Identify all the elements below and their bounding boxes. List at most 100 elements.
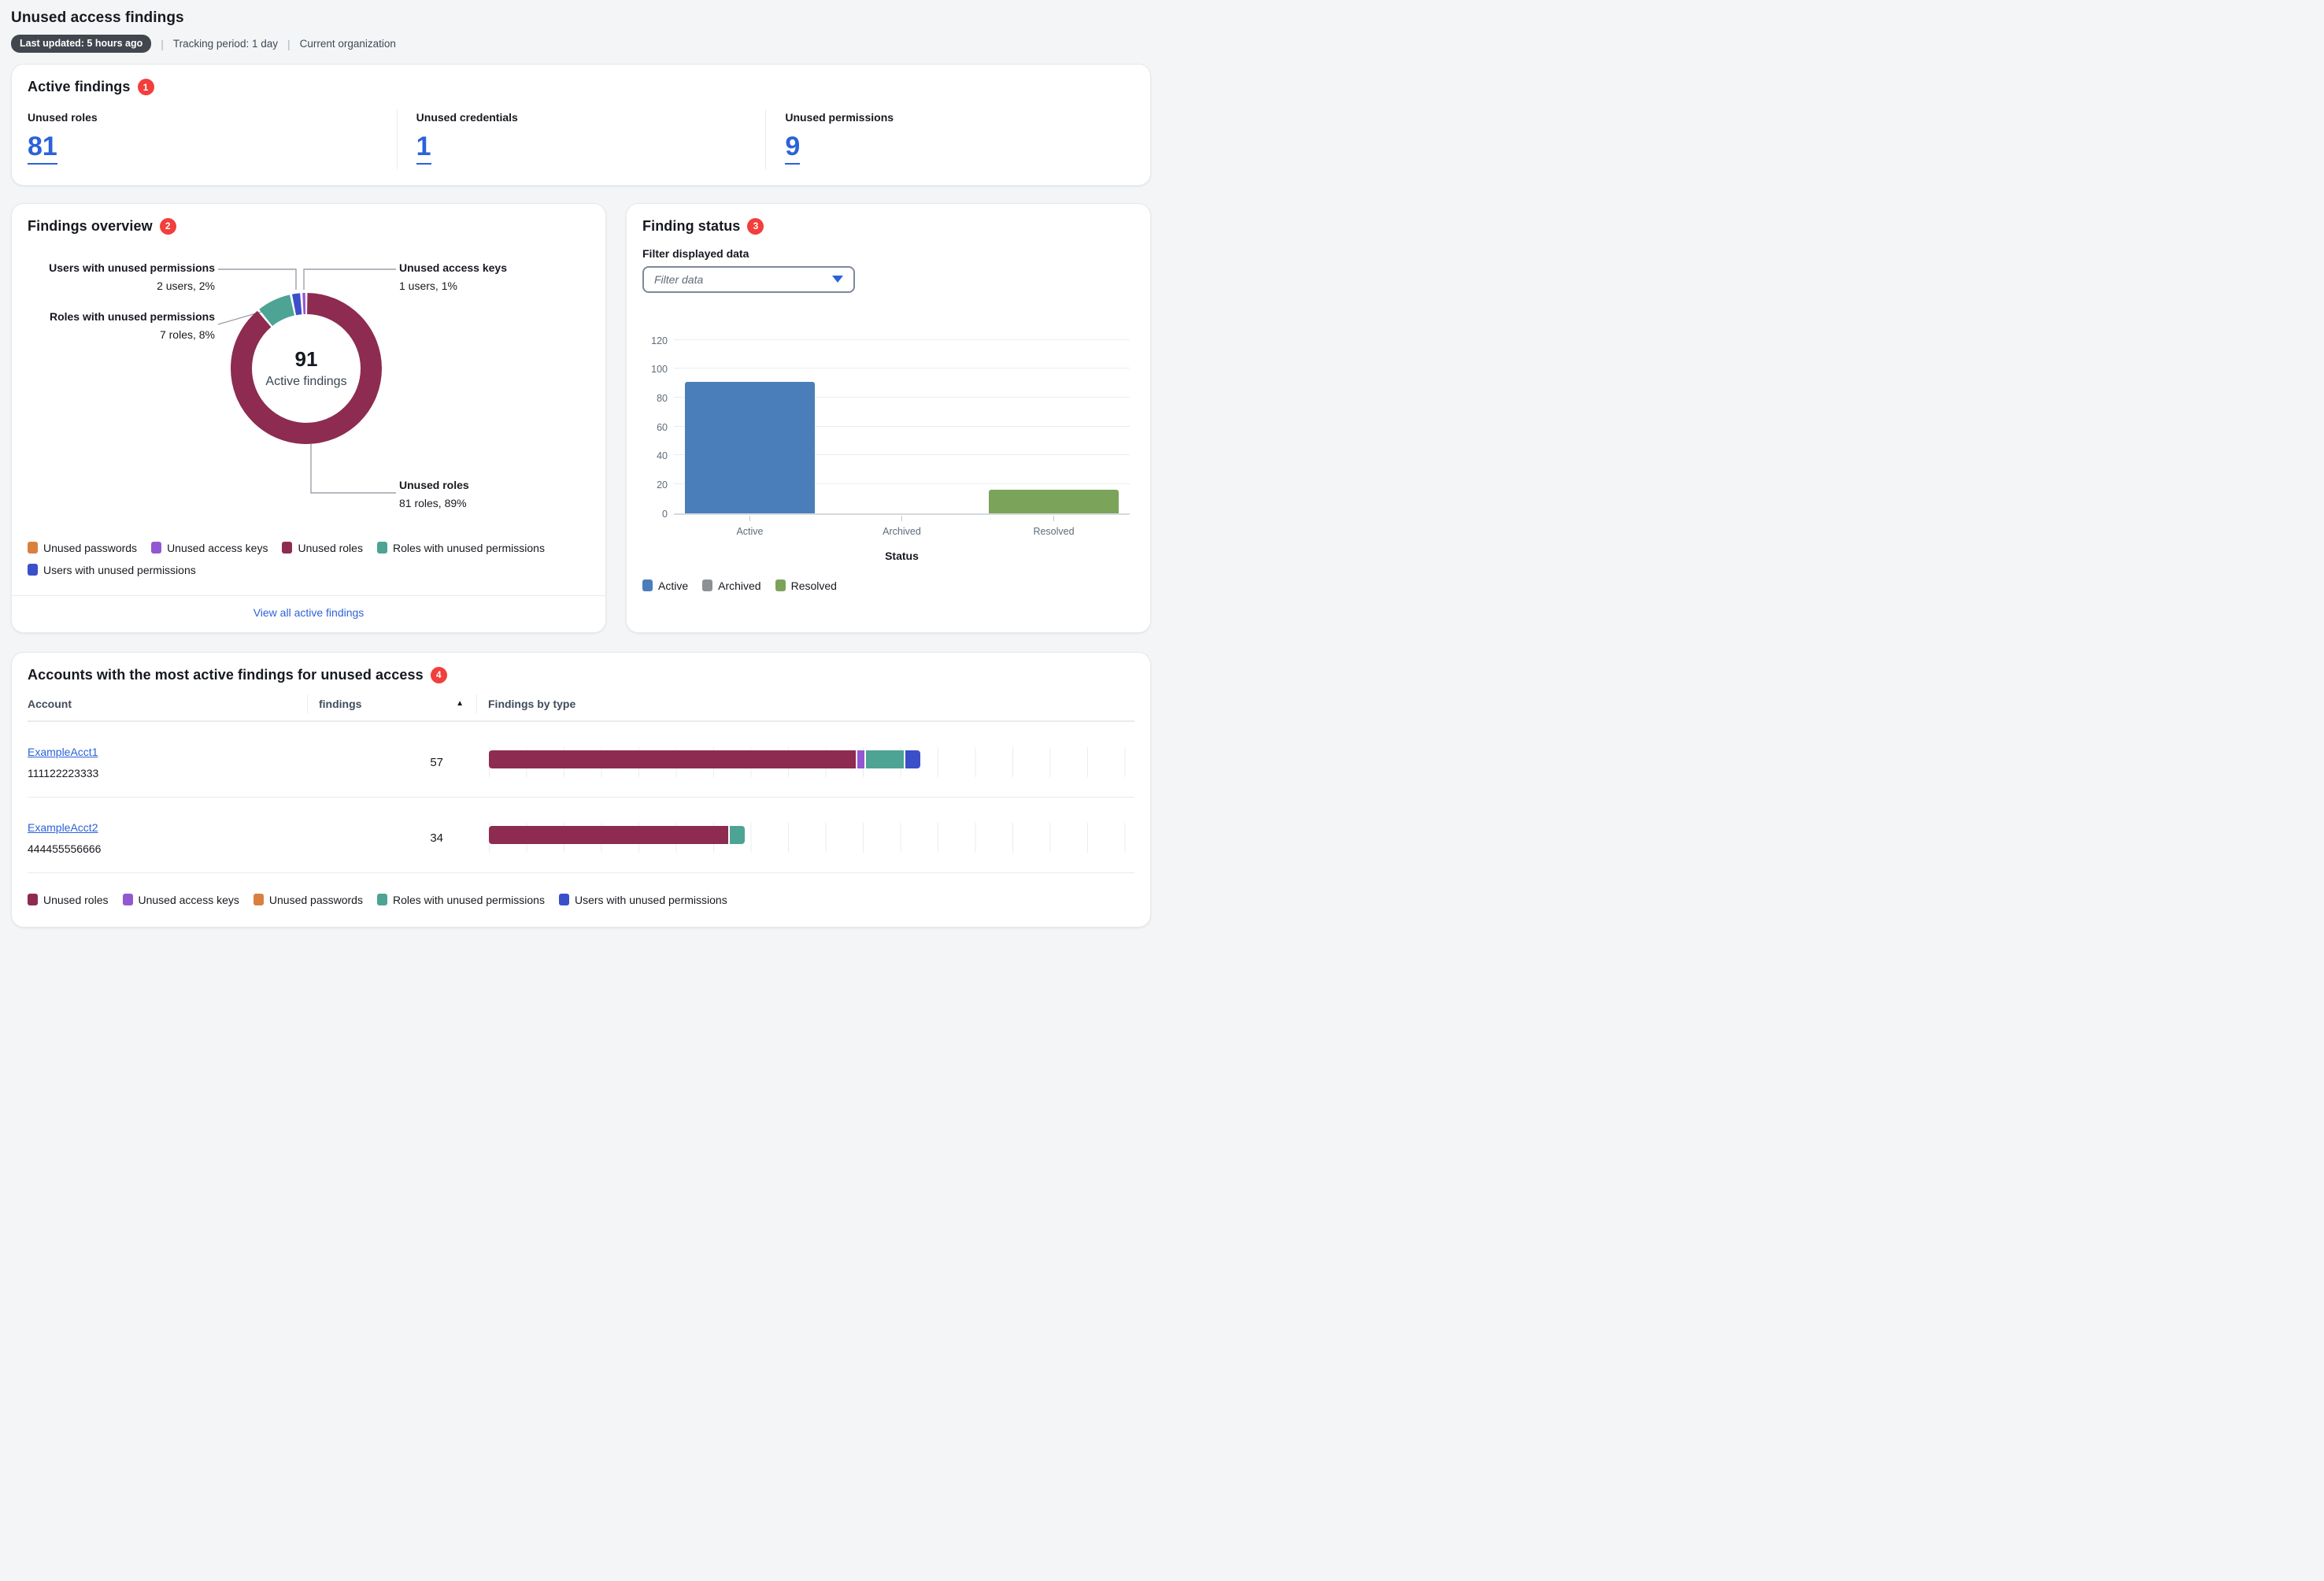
bar-segment-roles-with-unused-permissions[interactable] <box>866 750 904 768</box>
legend-swatch <box>28 894 38 905</box>
accounts-card: Accounts with the most active findings f… <box>11 652 1151 927</box>
findings-overview-card: Findings overview 2 91 Active findings <box>11 203 606 633</box>
legend-swatch <box>775 579 786 591</box>
view-all-active-findings-link[interactable]: View all active findings <box>253 606 365 619</box>
bar-active[interactable] <box>685 382 814 513</box>
stacked-bar-strip <box>489 747 1134 777</box>
metric-unused-credentials: Unused credentials1 <box>397 109 766 169</box>
status-axis-title: Status <box>674 550 1130 562</box>
account-id: 444455556666 <box>28 842 307 855</box>
annotation-badge-1: 1 <box>138 79 154 95</box>
annotation-badge-3: 3 <box>747 218 764 235</box>
accounts-legend-unused-access-keys[interactable]: Unused access keys <box>123 894 239 906</box>
accounts-table-header: Account findings ▲ Findings by type <box>28 694 1134 722</box>
stacked-bar-strip <box>489 823 1134 853</box>
stacked-bar <box>489 750 920 768</box>
x-axis-label-archived: Archived <box>826 526 978 537</box>
accounts-title: Accounts with the most active findings f… <box>28 667 424 683</box>
accounts-table: Account findings ▲ Findings by type Exam… <box>28 694 1134 873</box>
metric-value-link[interactable]: 81 <box>28 133 57 165</box>
column-header-findings-by-type: Findings by type <box>476 694 1134 713</box>
donut-chart: 91 Active findings Users with unused per… <box>28 241 590 534</box>
y-axis-tick-label: 60 <box>642 422 668 433</box>
bar-segment-unused-roles[interactable] <box>489 750 856 768</box>
bar-slot-resolved <box>978 342 1130 513</box>
donut-rings <box>224 286 389 451</box>
findings-by-type-cell <box>476 823 1134 853</box>
column-header-findings[interactable]: findings ▲ <box>307 694 476 713</box>
accounts-legend-unused-passwords[interactable]: Unused passwords <box>253 894 363 906</box>
legend-swatch <box>28 542 38 554</box>
overview-legend-unused-passwords[interactable]: Unused passwords <box>28 542 137 554</box>
accounts-legend-roles-with-unused-permissions[interactable]: Roles with unused permissions <box>377 894 545 906</box>
tracking-period: Tracking period: 1 day <box>173 38 278 50</box>
x-axis-label-resolved: Resolved <box>978 526 1130 537</box>
filter-data-placeholder: Filter data <box>654 273 703 286</box>
y-axis-tick-label: 0 <box>642 509 668 520</box>
filter-displayed-data-label: Filter displayed data <box>642 247 1134 260</box>
page-header: Unused access findings Last updated: 5 h… <box>11 9 1151 53</box>
accounts-legend-unused-roles[interactable]: Unused roles <box>28 894 109 906</box>
active-findings-metrics: Unused roles81Unused credentials1Unused … <box>28 109 1134 169</box>
metric-label: Unused permissions <box>785 111 1119 124</box>
y-axis-tick-label: 20 <box>642 479 668 491</box>
accounts-table-body: ExampleAcct111112222333357 ExampleAcct2 44… <box>28 722 1134 873</box>
status-legend-resolved[interactable]: Resolved <box>775 579 837 592</box>
metric-unused-permissions: Unused permissions 9 <box>765 109 1134 169</box>
bar-resolved[interactable] <box>989 490 1118 513</box>
active-findings-card: Active findings 1 Unused roles81Unused c… <box>11 64 1151 186</box>
metric-label: Unused roles <box>28 111 381 124</box>
bar-segment-roles-with-unused-permissions[interactable] <box>730 826 745 844</box>
account-link-exampleacct2[interactable]: ExampleAcct2 <box>28 821 98 834</box>
status-chart-legend: Active Archived Resolved <box>642 579 1134 592</box>
scope-label: Current organization <box>300 38 396 50</box>
y-axis-tick-label: 80 <box>642 393 668 404</box>
status-bar-chart: 120100806040200 ActiveArchivedResolved S… <box>642 342 1134 592</box>
table-row-exampleacct2: ExampleAcct2 44445555666634 <box>28 798 1134 873</box>
findings-count: 57 <box>307 756 476 769</box>
donut-segment-unused-roles[interactable] <box>242 303 372 433</box>
bar-segment-users-with-unused-permissions[interactable] <box>905 750 920 768</box>
legend-swatch <box>377 894 387 905</box>
accounts-legend-users-with-unused-permissions[interactable]: Users with unused permissions <box>559 894 727 906</box>
status-legend-archived[interactable]: Archived <box>702 579 760 592</box>
chevron-down-icon <box>832 276 843 283</box>
overview-legend-unused-access-keys[interactable]: Unused access keys <box>151 542 268 554</box>
overview-legend-roles-with-unused-permissions[interactable]: Roles with unused permissions <box>377 542 545 554</box>
y-axis-tick-label: 120 <box>642 335 668 346</box>
sort-ascending-icon: ▲ <box>456 699 464 708</box>
page: Unused access findings Last updated: 5 h… <box>0 0 1162 940</box>
page-title: Unused access findings <box>11 9 1151 27</box>
metric-value-link[interactable]: 9 <box>785 133 800 165</box>
legend-swatch <box>151 542 161 554</box>
callout-unused-access-keys: Unused access keys 1 users, 1% <box>399 261 596 294</box>
findings-overview-legend: Unused passwords Unused access keys Unused… <box>28 542 590 576</box>
x-axis-label-active: Active <box>674 526 826 537</box>
bar-segment-unused-roles[interactable] <box>489 826 728 844</box>
table-row-exampleacct1: ExampleAcct111112222333357 <box>28 722 1134 798</box>
bar-segment-unused-access-keys[interactable] <box>857 750 865 768</box>
overview-legend-users-with-unused-permissions[interactable]: Users with unused permissions <box>28 564 196 576</box>
metric-value-link[interactable]: 1 <box>416 133 431 165</box>
status-legend-active[interactable]: Active <box>642 579 688 592</box>
findings-count: 34 <box>307 831 476 845</box>
finding-status-card: Finding status 3 Filter displayed data F… <box>626 203 1151 633</box>
annotation-badge-4: 4 <box>431 667 447 683</box>
meta-separator: | <box>161 38 164 50</box>
finding-status-title: Finding status <box>642 218 740 235</box>
filter-data-dropdown[interactable]: Filter data <box>642 266 855 293</box>
meta-separator: | <box>287 38 290 50</box>
findings-overview-footer: View all active findings <box>12 595 605 632</box>
account-link-exampleacct1[interactable]: ExampleAcct1 <box>28 746 98 758</box>
legend-swatch <box>642 579 653 591</box>
overview-legend-unused-roles[interactable]: Unused roles <box>282 542 363 554</box>
stacked-bar <box>489 826 745 844</box>
status-chart-x-labels: ActiveArchivedResolved <box>674 526 1130 537</box>
annotation-badge-2: 2 <box>160 218 176 235</box>
page-meta: Last updated: 5 hours ago | Tracking per… <box>11 35 1151 53</box>
metric-unused-roles: Unused roles 81 <box>28 109 397 169</box>
y-axis-tick-label: 100 <box>642 364 668 375</box>
last-updated-badge: Last updated: 5 hours ago <box>11 35 151 53</box>
account-cell: ExampleAcct2 444455556666 <box>28 821 307 855</box>
gridline <box>674 339 1130 340</box>
